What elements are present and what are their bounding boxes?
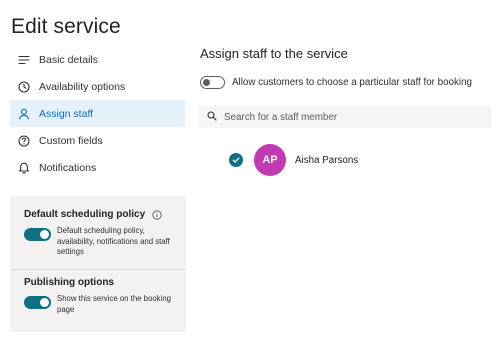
sidebar-item-label: Availability options [39,80,126,93]
sidebar-item-basic-details[interactable]: Basic details [10,46,185,73]
divider [11,269,185,270]
sidebar-item-availability-options[interactable]: Availability options [10,73,185,100]
clock-icon [17,80,30,93]
info-icon[interactable] [152,209,162,220]
sidebar-item-label: Notifications [39,161,97,174]
lines-icon [17,53,30,66]
sidebar-item-label: Custom fields [39,134,103,147]
sidebar-item-label: Basic details [39,53,98,66]
question-icon [17,134,30,147]
page-title: Edit service [11,15,121,38]
section-heading: Assign staff to the service [200,46,348,61]
staff-name: Aisha Parsons [295,154,359,166]
toggle-label: Allow customers to choose a particular s… [232,77,472,88]
staff-search-box [199,106,491,128]
scheduling-policy-section: Default scheduling policy Default schedu… [24,209,174,258]
avatar: AP [254,144,286,176]
publishing-toggle[interactable] [24,296,51,309]
sidebar-item-label: Assign staff [39,107,94,120]
search-icon [207,108,217,126]
settings-card: Default scheduling policy Default schedu… [11,196,185,330]
sidebar-item-assign-staff[interactable]: Assign staff [10,100,185,127]
staff-search-input[interactable] [224,111,474,123]
allow-choose-staff-row: Allow customers to choose a particular s… [200,76,472,89]
toggle-description: Default scheduling policy, availability,… [57,226,170,256]
section-title: Default scheduling policy [24,209,174,220]
toggle-description: Show this service on the booking page [57,294,171,314]
section-title: Publishing options [24,277,114,288]
staff-list-item[interactable]: AP Aisha Parsons [229,144,358,176]
bell-icon [17,161,30,174]
sidebar-item-custom-fields[interactable]: Custom fields [10,127,185,154]
sidebar-nav: Basic details Availability options Assig… [10,46,185,181]
allow-choose-staff-toggle[interactable] [200,76,225,89]
person-icon [17,107,30,120]
sidebar-item-notifications[interactable]: Notifications [10,154,185,181]
publishing-options-section: Publishing options Show this service on … [24,277,174,315]
checkmark-icon[interactable] [229,153,243,167]
scheduling-policy-toggle[interactable] [24,228,51,241]
